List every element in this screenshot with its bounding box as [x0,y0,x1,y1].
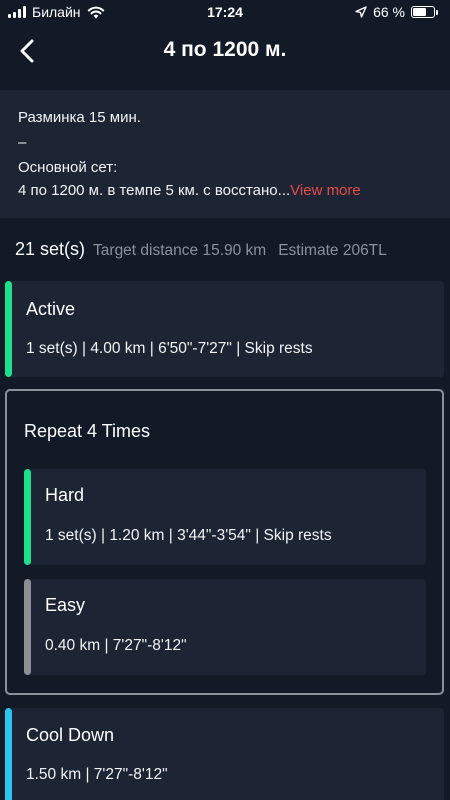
step-detail: 0.40 km | 7'27"-8'12" [45,637,187,654]
battery-icon [411,6,435,18]
description-line: – [18,134,27,151]
step-card-hard[interactable]: Hard 1 set(s) | 1.20 km | 3'44"-3'54" | … [24,469,426,565]
navigation-bar: 4 по 1200 м. [0,26,450,78]
workout-description: Разминка 15 мин. – Основной сет: 4 по 12… [0,90,450,218]
status-bar: Билайн 17:24 66 % [0,0,450,26]
workout-detail-screen: Билайн 17:24 66 % 4 по 1200 м. Разминка … [0,0,450,800]
workout-summary: 21 set(s) Target distance 15.90 km Estim… [15,239,399,260]
step-card-cooldown[interactable]: Cool Down 1.50 km | 7'27"-8'12" [5,708,444,800]
repeat-title: Repeat 4 Times [24,421,151,441]
step-title: Active [26,299,76,319]
step-detail: 1 set(s) | 4.00 km | 6'50"-7'27" | Skip … [26,340,313,357]
step-detail: 1.50 km | 7'27"-8'12" [26,766,168,783]
page-title: 4 по 1200 м. [163,38,287,61]
battery-percentage: 66 % [373,4,405,20]
description-line: Основной сет: [18,159,118,176]
step-detail: 1 set(s) | 1.20 km | 3'44"-3'54" | Skip … [45,527,332,544]
step-accent-bar [24,579,31,675]
description-text: 4 по 1200 м. в темпе 5 км. с восстано... [18,182,291,199]
step-title: Hard [45,485,85,505]
step-title: Easy [45,595,86,615]
estimate: Estimate 206TL [278,242,387,259]
step-accent-bar [5,281,12,377]
status-right: 66 % [355,4,438,20]
location-arrow-icon [355,6,367,18]
step-card-active[interactable]: Active 1 set(s) | 4.00 km | 6'50"-7'27" … [5,281,444,377]
description-line: Разминка 15 мин. [18,109,141,126]
sets-count: 21 set(s) [15,239,86,259]
description-line: 4 по 1200 м. в темпе 5 км. с восстано...… [18,182,361,199]
step-accent-bar [5,708,12,800]
repeat-group: Repeat 4 Times Hard 1 set(s) | 1.20 km |… [5,389,444,695]
step-title: Cool Down [26,725,115,745]
step-card-easy[interactable]: Easy 0.40 km | 7'27"-8'12" [24,579,426,675]
step-accent-bar [24,469,31,565]
battery-level [413,8,426,16]
target-distance: Target distance 15.90 km [93,242,267,259]
view-more-link[interactable]: View more [290,182,361,199]
